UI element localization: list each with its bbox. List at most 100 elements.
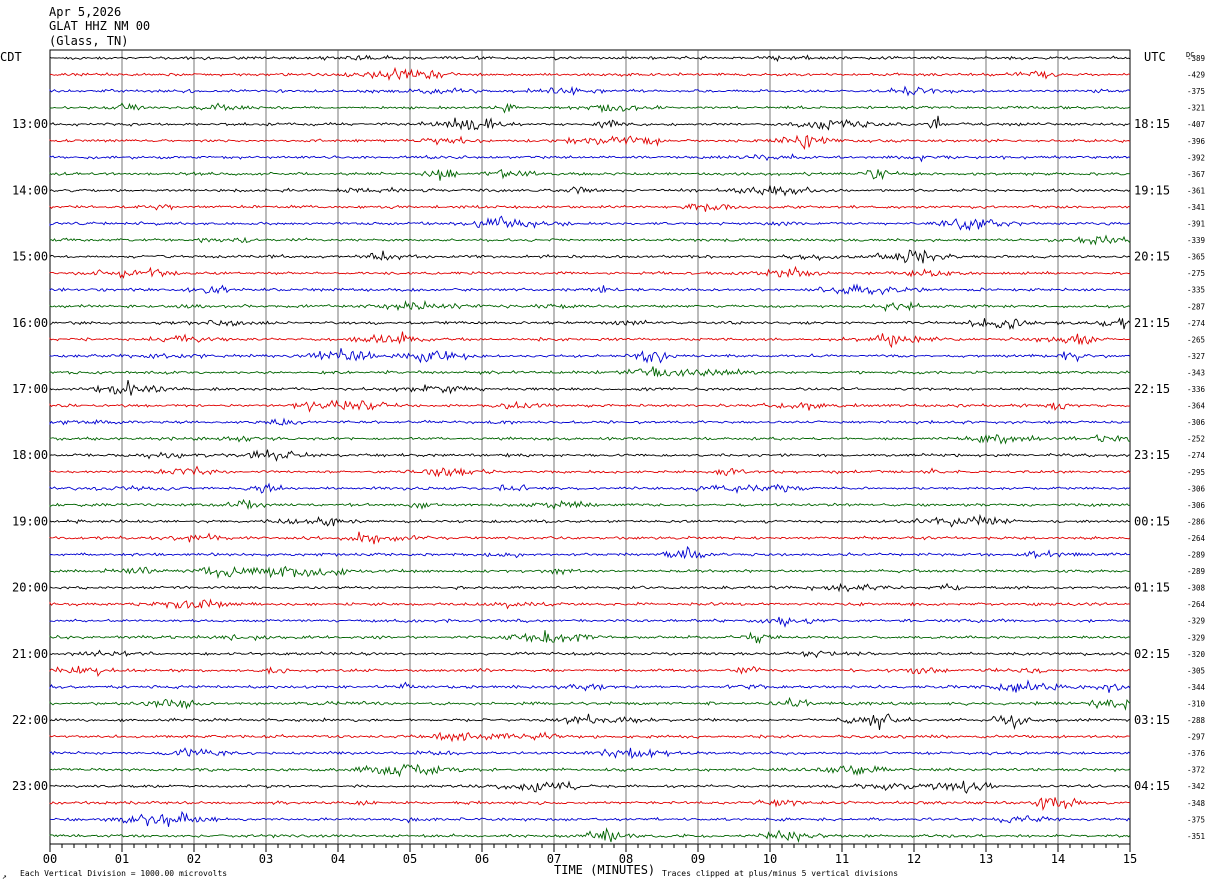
trace-line [49,797,1131,812]
utc-hour-label: 01:15 [1134,581,1170,595]
utc-hour-label: 22:15 [1134,382,1170,396]
trace-line [49,317,1131,330]
dc-offset-label: -297 [1187,733,1205,742]
dc-offset-label: -367 [1187,170,1205,179]
x-tick-label: 01 [115,852,129,866]
dc-offset-label: -372 [1187,766,1205,775]
date-label: Apr 5,2026 [49,5,121,19]
cdt-hour-label: 13:00 [12,117,48,131]
dc-offset-label: -306 [1187,418,1206,427]
dc-offset-label: -361 [1187,186,1205,195]
trace-line [49,283,1131,296]
x-tick-label: 04 [331,852,345,866]
helicorder-chart: Apr 5,2026 GLAT HHZ NM 00 (Glass, TN) CD… [0,5,1206,881]
plot-frame [49,49,1131,845]
x-tick-label: 02 [187,852,201,866]
dc-offset-label: -289 [1187,551,1205,560]
scale-glyph-icon: ↗ [2,872,7,881]
utc-hour-label: 23:15 [1134,448,1170,462]
dc-offset-label: -305 [1187,666,1205,675]
cdt-hour-labels: 13:00 14:00 15:00 16:00 17:00 18:00 19:00 20:00… [12,117,48,793]
dc-offset-label: -274 [1187,319,1206,328]
trace-line [49,531,1131,545]
dc-offset-label: -364 [1187,402,1206,411]
trace-line [49,134,1131,151]
trace-line [49,630,1131,645]
trace-line [49,649,1131,659]
clipping-note: Traces clipped at plus/minus 5 vertical … [662,869,898,878]
dc-offset-label: -265 [1187,335,1205,344]
dc-offset-label: -308 [1187,584,1206,593]
cdt-hour-label: 14:00 [12,183,48,197]
trace-line [49,215,1131,232]
dc-offset-label: -336 [1187,385,1206,394]
minute-gridlines [121,50,1059,844]
x-tick-label: 05 [403,852,417,866]
x-tick-label: 13 [979,852,993,866]
cdt-hour-label: 18:00 [12,448,48,462]
trace-line [49,598,1131,610]
dc-offset-label: -329 [1187,633,1205,642]
trace-line [49,433,1131,445]
dc-offset-label: -344 [1187,683,1206,692]
trace-line [49,249,1131,264]
x-tick-label: 10 [763,852,777,866]
trace-line [49,780,1131,794]
seismic-traces [49,54,1131,843]
trace-line [49,380,1131,396]
trace-line [49,299,1131,313]
utc-hour-label: 19:15 [1134,183,1170,197]
dc-offset-label: -275 [1187,269,1205,278]
utc-hour-label: 00:15 [1134,514,1170,528]
dc-offset-label: -295 [1187,468,1205,477]
trace-line [49,265,1131,279]
trace-line [49,366,1131,378]
dc-offset-label: -329 [1187,617,1205,626]
cdt-hour-label: 19:00 [12,514,48,528]
cdt-hour-label: 17:00 [12,382,48,396]
dc-offset-label: -327 [1187,352,1205,361]
trace-line [49,545,1131,560]
x-tick-label: 12 [907,852,921,866]
trace-line [49,713,1131,730]
trace-line [49,115,1131,131]
dc-offset-label: -321 [1187,104,1205,113]
trace-line [49,582,1131,593]
x-tick-label: 14 [1051,852,1065,866]
trace-line [49,665,1131,677]
dc-offset-label: -407 [1187,120,1205,129]
trace-line [49,565,1131,579]
dc-offset-label: -264 [1187,600,1206,609]
dc-offset-label: -375 [1187,815,1205,824]
trace-line [49,482,1131,494]
cdt-hour-label: 15:00 [12,250,48,264]
dc-offset-label: -396 [1187,137,1206,146]
dc-offset-label: -339 [1187,236,1205,245]
dc-offset-label: -274 [1187,451,1206,460]
trace-line [49,331,1131,349]
x-tick-label: 06 [475,852,489,866]
dc-offset-label: -306 [1187,484,1206,493]
dc-offset-label: -287 [1187,302,1205,311]
trace-line [49,348,1131,364]
trace-line [49,85,1131,97]
utc-hour-label: 21:15 [1134,316,1170,330]
trace-line [49,153,1131,163]
cdt-axis-label: CDT [0,50,22,64]
x-tick-label: 00 [43,852,57,866]
trace-line [49,747,1131,760]
location-label: (Glass, TN) [49,34,128,48]
dc-offset-label: -389 [1187,54,1205,63]
trace-line [49,399,1131,413]
x-tick-label: 03 [259,852,273,866]
x-tick-label: 11 [835,852,849,866]
dc-offset-label: -252 [1187,435,1205,444]
dc-offset-label: -392 [1187,153,1205,162]
cdt-hour-label: 21:00 [12,647,48,661]
dc-offset-label: -286 [1187,517,1206,526]
trace-line [49,66,1131,81]
dc-offset-label: -351 [1187,832,1205,841]
trace-line [49,203,1131,212]
dc-offset-label: -429 [1187,71,1205,80]
utc-hour-label: 18:15 [1134,117,1170,131]
